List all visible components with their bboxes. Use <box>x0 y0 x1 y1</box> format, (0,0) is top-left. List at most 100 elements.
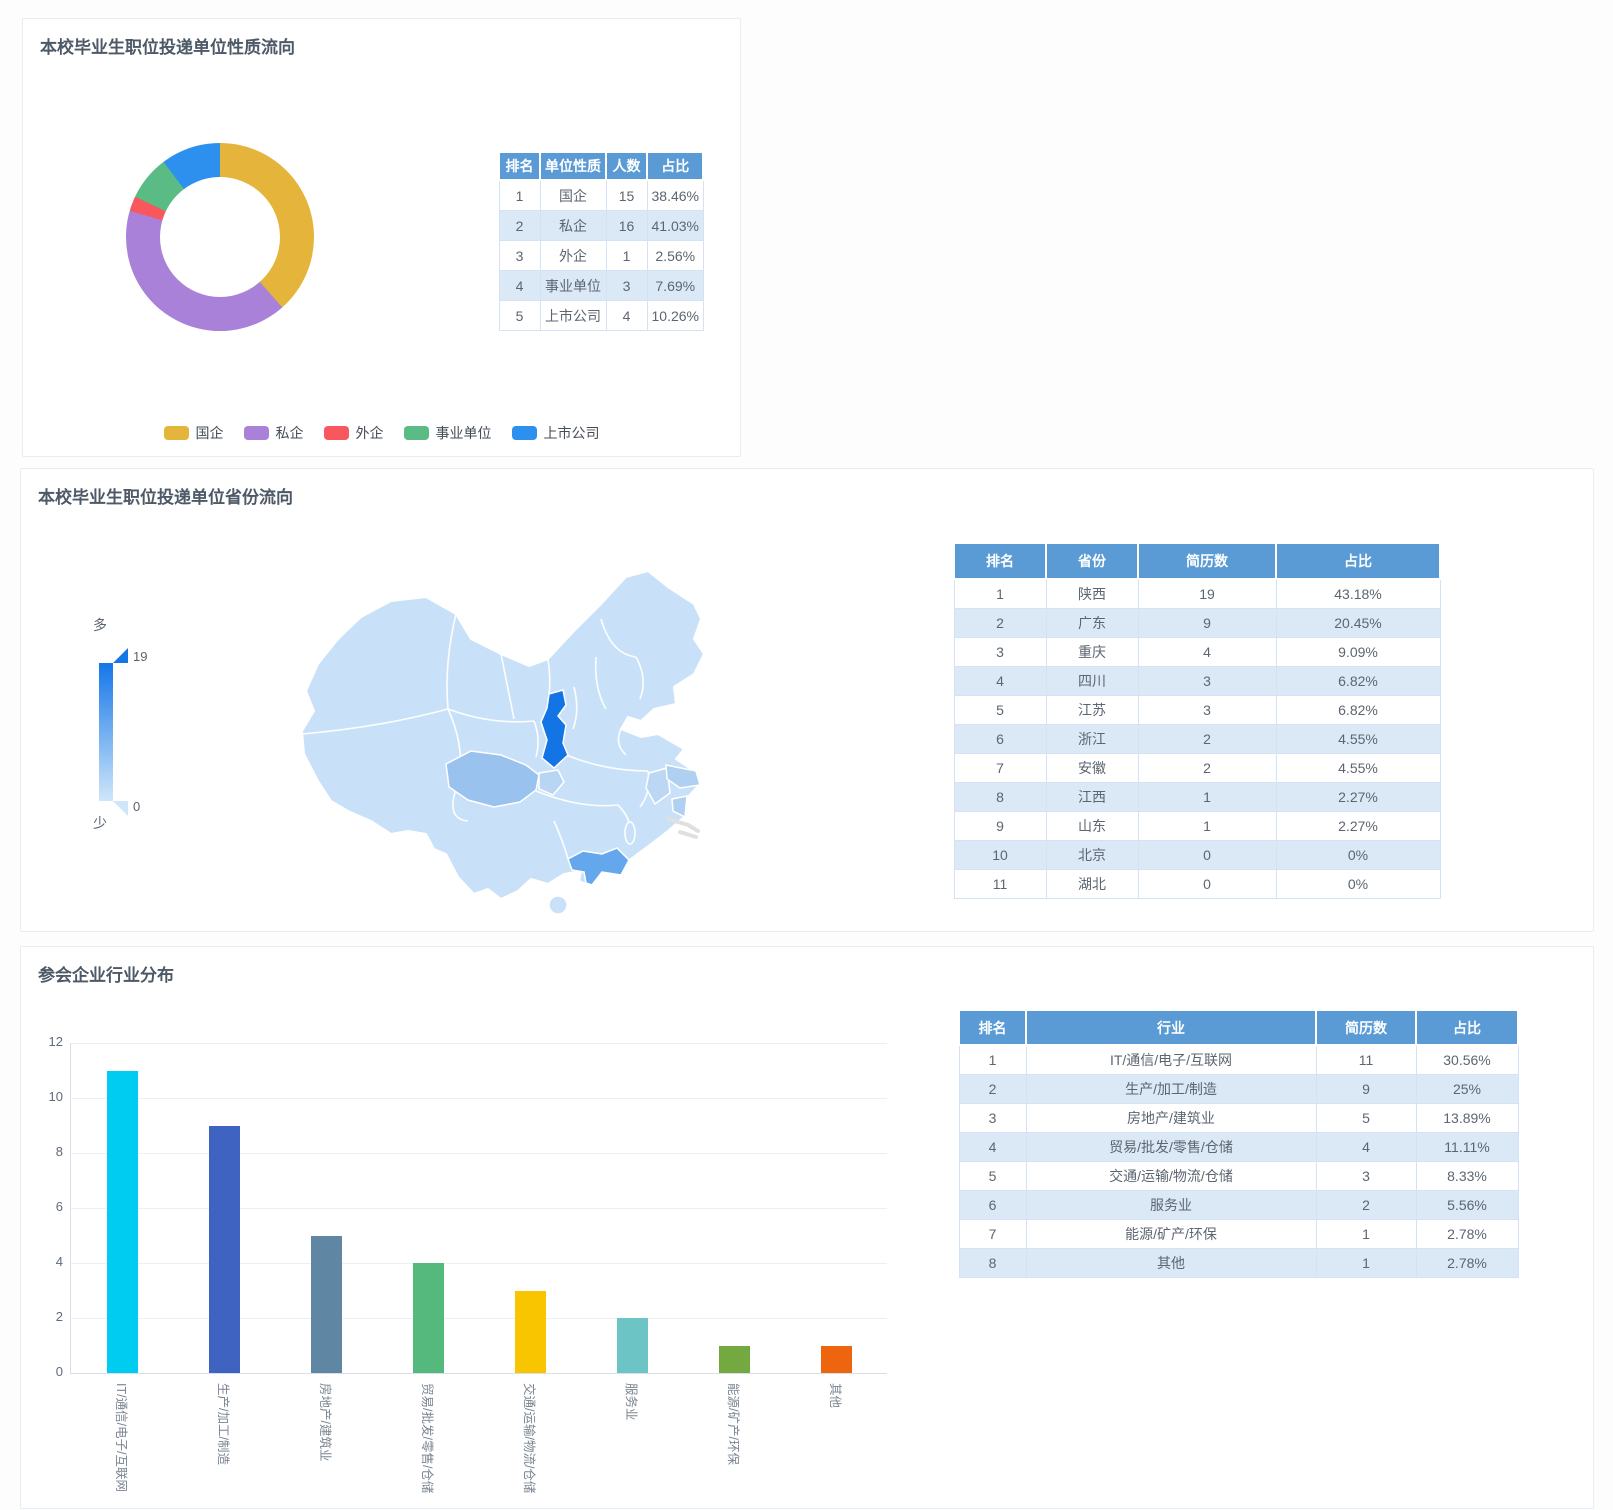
table-row: 1国企1538.46% <box>499 180 703 211</box>
table-cell: 能源/矿产/环保 <box>1026 1220 1316 1249</box>
table-cell: 4 <box>954 667 1046 696</box>
table-cell: 1 <box>1316 1249 1416 1278</box>
table-cell: 4 <box>499 271 540 301</box>
legend-label: 事业单位 <box>436 423 492 443</box>
panel-title-province-flow: 本校毕业生职位投递单位省份流向 <box>38 483 293 508</box>
table-cell: 2 <box>954 609 1046 638</box>
column-header: 行业 <box>1026 1010 1316 1045</box>
legend-swatch-icon <box>512 426 537 440</box>
table-cell: 4 <box>959 1133 1026 1162</box>
donut-hole <box>160 177 280 297</box>
table-cell: 北京 <box>1046 841 1138 870</box>
table-cell: 1 <box>1138 812 1276 841</box>
legend-swatch-icon <box>404 426 429 440</box>
table-header-row: 排名省份简历数占比 <box>954 543 1440 579</box>
y-axis-tick-label: 8 <box>21 1144 63 1159</box>
legend-label: 上市公司 <box>544 423 600 443</box>
province-table: 排名省份简历数占比1陕西1943.18%2广东920.45%3重庆49.09%4… <box>953 542 1441 899</box>
unit-nature-donut-chart[interactable] <box>126 143 314 331</box>
table-cell: 3 <box>499 241 540 271</box>
table-cell: 1 <box>1316 1220 1416 1249</box>
visualmap-max-handle[interactable] <box>113 648 128 663</box>
unit-nature-table: 排名单位性质人数占比1国企1538.46%2私企1641.03%3外企12.56… <box>498 151 704 331</box>
gridline <box>71 1153 887 1154</box>
visualmap-min-value: 0 <box>133 799 140 814</box>
table-cell: 2.56% <box>647 241 703 271</box>
table-cell: 3 <box>606 271 647 301</box>
visualmap-gradient-bar[interactable] <box>99 663 113 801</box>
table-cell: 山东 <box>1046 812 1138 841</box>
bar-plot-area[interactable] <box>70 1043 887 1374</box>
island-hainan[interactable] <box>549 896 567 914</box>
table-cell: 7.69% <box>647 271 703 301</box>
industry-bar[interactable] <box>515 1291 546 1374</box>
table-cell: 陕西 <box>1046 579 1138 609</box>
column-header: 省份 <box>1046 543 1138 579</box>
industry-bar[interactable] <box>719 1346 750 1374</box>
china-map[interactable] <box>296 559 716 924</box>
legend-item[interactable]: 私企 <box>244 423 304 443</box>
industry-bar[interactable] <box>209 1126 240 1374</box>
legend-item[interactable]: 外企 <box>324 423 384 443</box>
legend-item[interactable]: 事业单位 <box>404 423 492 443</box>
panel-industry-distribution: 参会企业行业分布 024681012IT/通信/电子/互联网生产/加工/制造房地… <box>20 946 1594 1509</box>
legend-swatch-icon <box>164 426 189 440</box>
table-cell: 38.46% <box>647 180 703 211</box>
y-axis-tick-label: 2 <box>21 1309 63 1324</box>
table-cell: 房地产/建筑业 <box>1026 1104 1316 1133</box>
column-header: 占比 <box>1276 543 1440 579</box>
table-cell: 6 <box>959 1191 1026 1220</box>
table-row: 5上市公司410.26% <box>499 301 703 331</box>
table-cell: 1 <box>499 180 540 211</box>
table-cell: 6.82% <box>1276 696 1440 725</box>
legend-label: 外企 <box>356 423 384 443</box>
column-header: 排名 <box>954 543 1046 579</box>
table-cell: 1 <box>954 579 1046 609</box>
table-cell: 重庆 <box>1046 638 1138 667</box>
table-cell: 0% <box>1276 870 1440 899</box>
table-cell: 5.56% <box>1416 1191 1518 1220</box>
legend-item[interactable]: 上市公司 <box>512 423 600 443</box>
visualmap-min-handle-triangle <box>113 801 128 816</box>
table-row: 8江西12.27% <box>954 783 1440 812</box>
table-cell: 9 <box>1138 609 1276 638</box>
x-axis-label: 其他 <box>828 1383 842 1408</box>
island-taiwan[interactable] <box>625 822 635 844</box>
table-cell: IT/通信/电子/互联网 <box>1026 1045 1316 1075</box>
column-header: 排名 <box>499 152 540 180</box>
industry-bar[interactable] <box>107 1071 138 1374</box>
table-cell: 13.89% <box>1416 1104 1518 1133</box>
industry-bar[interactable] <box>413 1263 444 1373</box>
table-cell: 41.03% <box>647 211 703 241</box>
table-cell: 生产/加工/制造 <box>1026 1075 1316 1104</box>
table-cell: 2.27% <box>1276 812 1440 841</box>
visualmap-min-handle[interactable] <box>113 801 128 816</box>
table-cell: 11 <box>954 870 1046 899</box>
dashboard-page: 本校毕业生职位投递单位性质流向 排名单位性质人数占比1国企1538.46%2私企… <box>0 0 1613 1510</box>
gridline <box>71 1208 887 1209</box>
table-row: 1IT/通信/电子/互联网1130.56% <box>959 1045 1518 1075</box>
industry-bar[interactable] <box>617 1318 648 1373</box>
table-row: 2生产/加工/制造925% <box>959 1075 1518 1104</box>
table-row: 7安徽24.55% <box>954 754 1440 783</box>
table-cell: 11.11% <box>1416 1133 1518 1162</box>
industry-bar[interactable] <box>311 1236 342 1374</box>
industry-bar[interactable] <box>821 1346 852 1374</box>
table-cell: 19 <box>1138 579 1276 609</box>
table-cell: 43.18% <box>1276 579 1440 609</box>
table-cell: 2.78% <box>1416 1249 1518 1278</box>
table-row: 11湖北00% <box>954 870 1440 899</box>
table-header-row: 排名单位性质人数占比 <box>499 152 703 180</box>
x-axis-label: 服务业 <box>624 1383 638 1421</box>
table-cell: 1 <box>959 1045 1026 1075</box>
table-cell: 2 <box>959 1075 1026 1104</box>
legend-item[interactable]: 国企 <box>164 423 224 443</box>
table-cell: 2.78% <box>1416 1220 1518 1249</box>
table-row: 6服务业25.56% <box>959 1191 1518 1220</box>
china-map-base[interactable] <box>302 571 704 899</box>
province-guangdong[interactable] <box>568 848 629 885</box>
table-row: 3重庆49.09% <box>954 638 1440 667</box>
panel-unit-nature: 本校毕业生职位投递单位性质流向 排名单位性质人数占比1国企1538.46%2私企… <box>22 18 741 457</box>
table-cell: 16 <box>606 211 647 241</box>
gridline <box>71 1263 887 1264</box>
